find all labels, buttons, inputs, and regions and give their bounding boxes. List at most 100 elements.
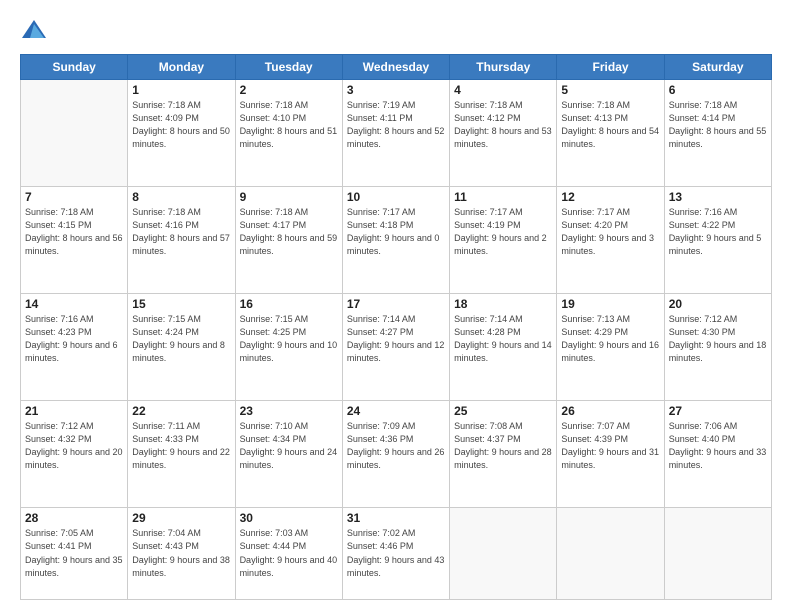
day-number: 5 [561, 83, 659, 97]
day-number: 8 [132, 190, 230, 204]
day-number: 31 [347, 511, 445, 525]
day-number: 29 [132, 511, 230, 525]
day-number: 9 [240, 190, 338, 204]
calendar-cell: 16Sunrise: 7:15 AMSunset: 4:25 PMDayligh… [235, 294, 342, 401]
day-info: Sunrise: 7:10 AMSunset: 4:34 PMDaylight:… [240, 420, 338, 472]
day-info: Sunrise: 7:18 AMSunset: 4:10 PMDaylight:… [240, 99, 338, 151]
calendar-table: SundayMondayTuesdayWednesdayThursdayFrid… [20, 54, 772, 600]
day-info: Sunrise: 7:18 AMSunset: 4:12 PMDaylight:… [454, 99, 552, 151]
day-info: Sunrise: 7:18 AMSunset: 4:17 PMDaylight:… [240, 206, 338, 258]
calendar-cell [450, 508, 557, 600]
calendar-cell: 12 Sunrise: 7:17 AMSunset: 4:20 PMDayligh… [557, 187, 664, 294]
day-info: Sunrise: 7:17 AMSunset: 4:20 PMDaylight:… [561, 206, 659, 258]
logo [20, 16, 52, 44]
calendar-cell: 23 Sunrise: 7:10 AMSunset: 4:34 PMDayligh… [235, 401, 342, 508]
calendar-cell: 5 Sunrise: 7:18 AMSunset: 4:13 PMDaylight… [557, 80, 664, 187]
day-number: 11 [454, 190, 552, 204]
calendar-cell: 7 Sunrise: 7:18 AMSunset: 4:15 PMDaylight… [21, 187, 128, 294]
day-number: 20 [669, 297, 767, 311]
day-number: 10 [347, 190, 445, 204]
calendar-cell: 28 Sunrise: 7:05 AMSunset: 4:41 PMDayligh… [21, 508, 128, 600]
calendar-cell: 27 Sunrise: 7:06 AMSunset: 4:40 PMDayligh… [664, 401, 771, 508]
header [20, 16, 772, 44]
day-info: Sunrise: 7:18 AMSunset: 4:13 PMDaylight:… [561, 99, 659, 151]
day-info: Sunrise: 7:14 AMSunset: 4:27 PMDaylight:… [347, 313, 445, 365]
day-info: Sunrise: 7:16 AMSunset: 4:22 PMDaylight:… [669, 206, 767, 258]
day-number: 27 [669, 404, 767, 418]
day-info: Sunrise: 7:18 AMSunset: 4:14 PMDaylight:… [669, 99, 767, 151]
day-info: Sunrise: 7:02 AMSunset: 4:46 PMDaylight:… [347, 527, 445, 579]
day-info: Sunrise: 7:14 AMSunset: 4:28 PMDaylight:… [454, 313, 552, 365]
calendar-cell: 19 Sunrise: 7:13 AMSunset: 4:29 PMDayligh… [557, 294, 664, 401]
day-number: 24 [347, 404, 445, 418]
day-info: Sunrise: 7:12 AMSunset: 4:30 PMDaylight:… [669, 313, 767, 365]
day-number: 19 [561, 297, 659, 311]
calendar-cell: 21Sunrise: 7:12 AMSunset: 4:32 PMDayligh… [21, 401, 128, 508]
day-info: Sunrise: 7:08 AMSunset: 4:37 PMDaylight:… [454, 420, 552, 472]
day-number: 21 [25, 404, 123, 418]
day-number: 3 [347, 83, 445, 97]
weekday-header-tuesday: Tuesday [235, 55, 342, 80]
day-number: 18 [454, 297, 552, 311]
day-info: Sunrise: 7:05 AMSunset: 4:41 PMDaylight:… [25, 527, 123, 579]
calendar-cell: 18 Sunrise: 7:14 AMSunset: 4:28 PMDayligh… [450, 294, 557, 401]
day-info: Sunrise: 7:06 AMSunset: 4:40 PMDaylight:… [669, 420, 767, 472]
day-info: Sunrise: 7:18 AMSunset: 4:15 PMDaylight:… [25, 206, 123, 258]
day-number: 22 [132, 404, 230, 418]
calendar-cell: 14 Sunrise: 7:16 AMSunset: 4:23 PMDayligh… [21, 294, 128, 401]
day-info: Sunrise: 7:18 AMSunset: 4:16 PMDaylight:… [132, 206, 230, 258]
calendar-cell [664, 508, 771, 600]
calendar-cell: 29 Sunrise: 7:04 AMSunset: 4:43 PMDayligh… [128, 508, 235, 600]
day-number: 28 [25, 511, 123, 525]
weekday-header-row: SundayMondayTuesdayWednesdayThursdayFrid… [21, 55, 772, 80]
day-info: Sunrise: 7:11 AMSunset: 4:33 PMDaylight:… [132, 420, 230, 472]
calendar-cell: 22 Sunrise: 7:11 AMSunset: 4:33 PMDayligh… [128, 401, 235, 508]
day-info: Sunrise: 7:03 AMSunset: 4:44 PMDaylight:… [240, 527, 338, 579]
day-info: Sunrise: 7:15 AMSunset: 4:25 PMDaylight:… [240, 313, 338, 365]
day-info: Sunrise: 7:18 AMSunset: 4:09 PMDaylight:… [132, 99, 230, 151]
calendar-cell: 4 Sunrise: 7:18 AMSunset: 4:12 PMDaylight… [450, 80, 557, 187]
day-number: 30 [240, 511, 338, 525]
calendar-cell: 25 Sunrise: 7:08 AMSunset: 4:37 PMDayligh… [450, 401, 557, 508]
day-info: Sunrise: 7:17 AMSunset: 4:18 PMDaylight:… [347, 206, 445, 258]
week-row-2: 14 Sunrise: 7:16 AMSunset: 4:23 PMDayligh… [21, 294, 772, 401]
calendar-cell: 30 Sunrise: 7:03 AMSunset: 4:44 PMDayligh… [235, 508, 342, 600]
day-info: Sunrise: 7:13 AMSunset: 4:29 PMDaylight:… [561, 313, 659, 365]
calendar-cell: 3Sunrise: 7:19 AMSunset: 4:11 PMDaylight… [342, 80, 449, 187]
day-info: Sunrise: 7:04 AMSunset: 4:43 PMDaylight:… [132, 527, 230, 579]
day-info: Sunrise: 7:09 AMSunset: 4:36 PMDaylight:… [347, 420, 445, 472]
calendar-cell: 1Sunrise: 7:18 AMSunset: 4:09 PMDaylight… [128, 80, 235, 187]
day-info: Sunrise: 7:17 AMSunset: 4:19 PMDaylight:… [454, 206, 552, 258]
calendar-cell: 24 Sunrise: 7:09 AMSunset: 4:36 PMDayligh… [342, 401, 449, 508]
day-info: Sunrise: 7:07 AMSunset: 4:39 PMDaylight:… [561, 420, 659, 472]
calendar-cell: 6 Sunrise: 7:18 AMSunset: 4:14 PMDaylight… [664, 80, 771, 187]
calendar-cell: 2 Sunrise: 7:18 AMSunset: 4:10 PMDaylight… [235, 80, 342, 187]
calendar-cell: 8 Sunrise: 7:18 AMSunset: 4:16 PMDaylight… [128, 187, 235, 294]
day-number: 4 [454, 83, 552, 97]
day-number: 12 [561, 190, 659, 204]
day-number: 14 [25, 297, 123, 311]
day-number: 6 [669, 83, 767, 97]
calendar-cell: 26Sunrise: 7:07 AMSunset: 4:39 PMDayligh… [557, 401, 664, 508]
day-number: 7 [25, 190, 123, 204]
day-number: 17 [347, 297, 445, 311]
weekday-header-friday: Friday [557, 55, 664, 80]
day-number: 15 [132, 297, 230, 311]
weekday-header-saturday: Saturday [664, 55, 771, 80]
weekday-header-thursday: Thursday [450, 55, 557, 80]
calendar-cell: 13Sunrise: 7:16 AMSunset: 4:22 PMDayligh… [664, 187, 771, 294]
day-number: 25 [454, 404, 552, 418]
weekday-header-wednesday: Wednesday [342, 55, 449, 80]
weekday-header-monday: Monday [128, 55, 235, 80]
weekday-header-sunday: Sunday [21, 55, 128, 80]
calendar-cell [557, 508, 664, 600]
week-row-1: 7 Sunrise: 7:18 AMSunset: 4:15 PMDaylight… [21, 187, 772, 294]
day-number: 23 [240, 404, 338, 418]
calendar-cell: 15 Sunrise: 7:15 AMSunset: 4:24 PMDayligh… [128, 294, 235, 401]
logo-icon [20, 16, 48, 44]
week-row-0: 1Sunrise: 7:18 AMSunset: 4:09 PMDaylight… [21, 80, 772, 187]
day-info: Sunrise: 7:15 AMSunset: 4:24 PMDaylight:… [132, 313, 230, 365]
day-info: Sunrise: 7:16 AMSunset: 4:23 PMDaylight:… [25, 313, 123, 365]
day-number: 2 [240, 83, 338, 97]
calendar-cell: 10 Sunrise: 7:17 AMSunset: 4:18 PMDayligh… [342, 187, 449, 294]
